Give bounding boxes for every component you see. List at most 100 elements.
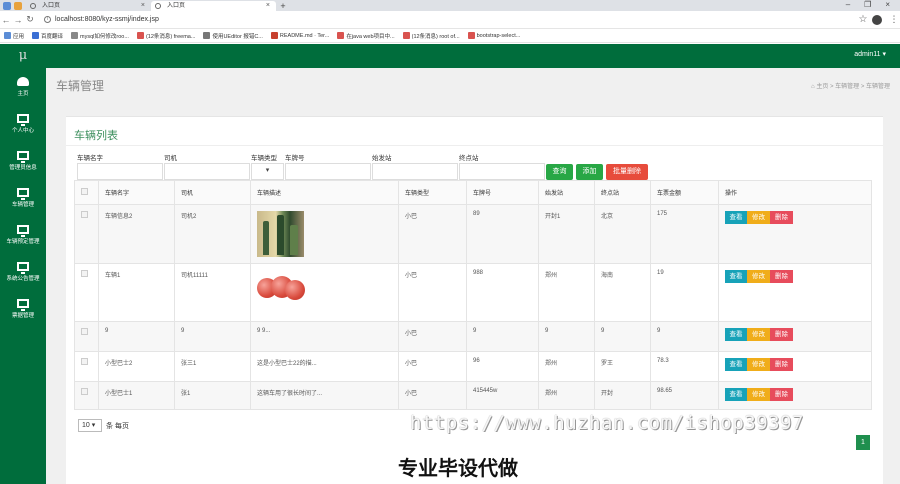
bookmark-item[interactable]: bootstrap-select... (467, 32, 520, 39)
vehicle-image (257, 211, 304, 257)
tab-title: 入口页 (167, 3, 186, 9)
row-actions: 查看 修改 删除 (725, 328, 865, 341)
view-button[interactable]: 查看 (725, 388, 747, 401)
bookmark-item[interactable]: 应用 (4, 32, 24, 40)
page-icon (155, 3, 161, 9)
browser-tab-active[interactable]: 入口页 × (151, 1, 276, 11)
column-header[interactable]: 车辆名字 (98, 180, 175, 205)
column-header[interactable]: 始发站 (538, 180, 595, 205)
edit-button[interactable]: 修改 (747, 270, 770, 283)
destination-input[interactable] (459, 163, 545, 180)
delete-button[interactable]: 删除 (770, 388, 793, 401)
app-icon[interactable] (3, 1, 11, 10)
column-header[interactable]: 车辆类型 (398, 180, 467, 205)
filter-label-name: 车辆名字 (77, 155, 103, 162)
row-checkbox[interactable] (81, 328, 88, 335)
vehicle-image (257, 270, 307, 310)
monitor-icon (17, 187, 29, 200)
account-icon[interactable] (872, 14, 882, 25)
column-header[interactable]: 车牌号 (466, 180, 539, 205)
minimize-icon[interactable]: – (846, 0, 850, 10)
bookmark-item[interactable]: 在java web项目中... (337, 32, 395, 40)
edit-button[interactable]: 修改 (747, 328, 770, 341)
bookmark-item[interactable]: 使用UEditor 报错C... (203, 32, 263, 40)
cell-actions: 查看 修改 删除 (718, 381, 872, 410)
close-tab-icon[interactable]: × (141, 1, 145, 11)
delete-button[interactable]: 删除 (770, 328, 793, 341)
close-window-icon[interactable]: × (885, 0, 890, 10)
add-button[interactable]: 添加 (576, 164, 603, 180)
page-button-current[interactable]: 1 (856, 435, 870, 450)
back-icon[interactable]: ← (0, 15, 12, 25)
view-button[interactable]: 查看 (725, 211, 747, 224)
sidebar-item[interactable]: 管理员信息 (0, 142, 46, 179)
row-actions: 查看 修改 删除 (725, 211, 865, 224)
row-checkbox[interactable] (81, 211, 88, 218)
sidebar-item[interactable]: 主页 (0, 68, 46, 105)
delete-button[interactable]: 删除 (770, 270, 793, 283)
bookmark-icon (32, 32, 40, 39)
edit-button[interactable]: 修改 (747, 358, 770, 371)
row-checkbox[interactable] (81, 358, 88, 365)
column-header[interactable]: 车辆描述 (250, 180, 399, 205)
row-checkbox[interactable] (81, 270, 88, 277)
checkbox-cell (74, 351, 99, 382)
view-button[interactable]: 查看 (725, 358, 747, 371)
page-title: 车辆管理 (56, 78, 105, 93)
edit-button[interactable]: 修改 (747, 211, 770, 224)
bookmark-icon (4, 32, 11, 39)
user-menu[interactable]: admin11 ▾ (854, 44, 886, 66)
bookmark-star-icon[interactable]: ☆ (854, 14, 872, 25)
reload-icon[interactable]: ↻ (24, 14, 36, 25)
delete-button[interactable]: 删除 (770, 211, 793, 224)
cell-type: 小巴 (398, 263, 467, 322)
vehicle-name-input[interactable] (77, 163, 163, 180)
page-size-select[interactable]: 10 ▾ (78, 419, 102, 432)
sidebar-item[interactable]: 票据管理 (0, 290, 46, 327)
restore-icon[interactable]: ❐ (864, 0, 871, 10)
driver-input[interactable] (164, 163, 250, 180)
cell-from: 9 (538, 321, 595, 352)
cell-to: 罗王 (594, 351, 651, 382)
close-tab-icon[interactable]: × (266, 1, 270, 11)
bookmark-item[interactable]: (12条消息) freema... (136, 32, 195, 40)
bookmark-item[interactable]: (12条消息) root of... (402, 32, 460, 40)
bookmark-item[interactable]: 百度翻译 (32, 32, 63, 40)
cell-driver: 张三1 (174, 351, 251, 382)
logo: μ (18, 48, 28, 63)
vehicle-type-select[interactable]: ▾ (251, 163, 284, 180)
row-checkbox[interactable] (81, 388, 88, 395)
cell-price: 9 (650, 321, 719, 352)
checkbox-cell (74, 204, 99, 264)
sidebar-item[interactable]: 系统公告管理 (0, 253, 46, 290)
column-header[interactable]: 司机 (174, 180, 251, 205)
column-header[interactable]: 车票金额 (650, 180, 719, 205)
view-button[interactable]: 查看 (725, 328, 747, 341)
new-tab-icon[interactable]: + (276, 1, 290, 11)
cell-type: 小巴 (398, 204, 467, 264)
forward-icon[interactable]: → (12, 15, 24, 25)
delete-button[interactable]: 删除 (770, 358, 793, 371)
app-icon[interactable] (14, 1, 22, 10)
edit-button[interactable]: 修改 (747, 388, 770, 401)
bookmark-item[interactable]: README.md · Ter... (270, 32, 329, 39)
url-text: localhost:8080/kyz-ssmj/index.jsp (55, 16, 159, 23)
search-button[interactable]: 查询 (546, 164, 573, 180)
cell-name: 小型巴士2 (98, 351, 175, 382)
departure-input[interactable] (372, 163, 458, 180)
batch-delete-button[interactable]: 批量删除 (606, 164, 648, 180)
sidebar-item[interactable]: 车辆预定管理 (0, 216, 46, 253)
column-header[interactable]: 终点站 (594, 180, 651, 205)
cell-type: 小巴 (398, 321, 467, 352)
browser-menu-icon[interactable]: ⋮ (888, 14, 900, 25)
breadcrumb[interactable]: ⌂ 主页 > 车辆管理 > 车辆管理 (811, 81, 890, 90)
bookmark-item[interactable]: mysql如何修改roo... (71, 32, 129, 40)
url-field[interactable]: i localhost:8080/kyz-ssmj/index.jsp (44, 16, 854, 23)
browser-tab[interactable]: 入口页 × (26, 1, 151, 11)
view-button[interactable]: 查看 (725, 270, 747, 283)
plate-input[interactable] (285, 163, 371, 180)
sidebar-item[interactable]: 个人中心 (0, 105, 46, 142)
select-all-checkbox[interactable] (81, 188, 88, 195)
info-icon[interactable]: i (44, 16, 51, 23)
sidebar-item[interactable]: 车辆管理 (0, 179, 46, 216)
